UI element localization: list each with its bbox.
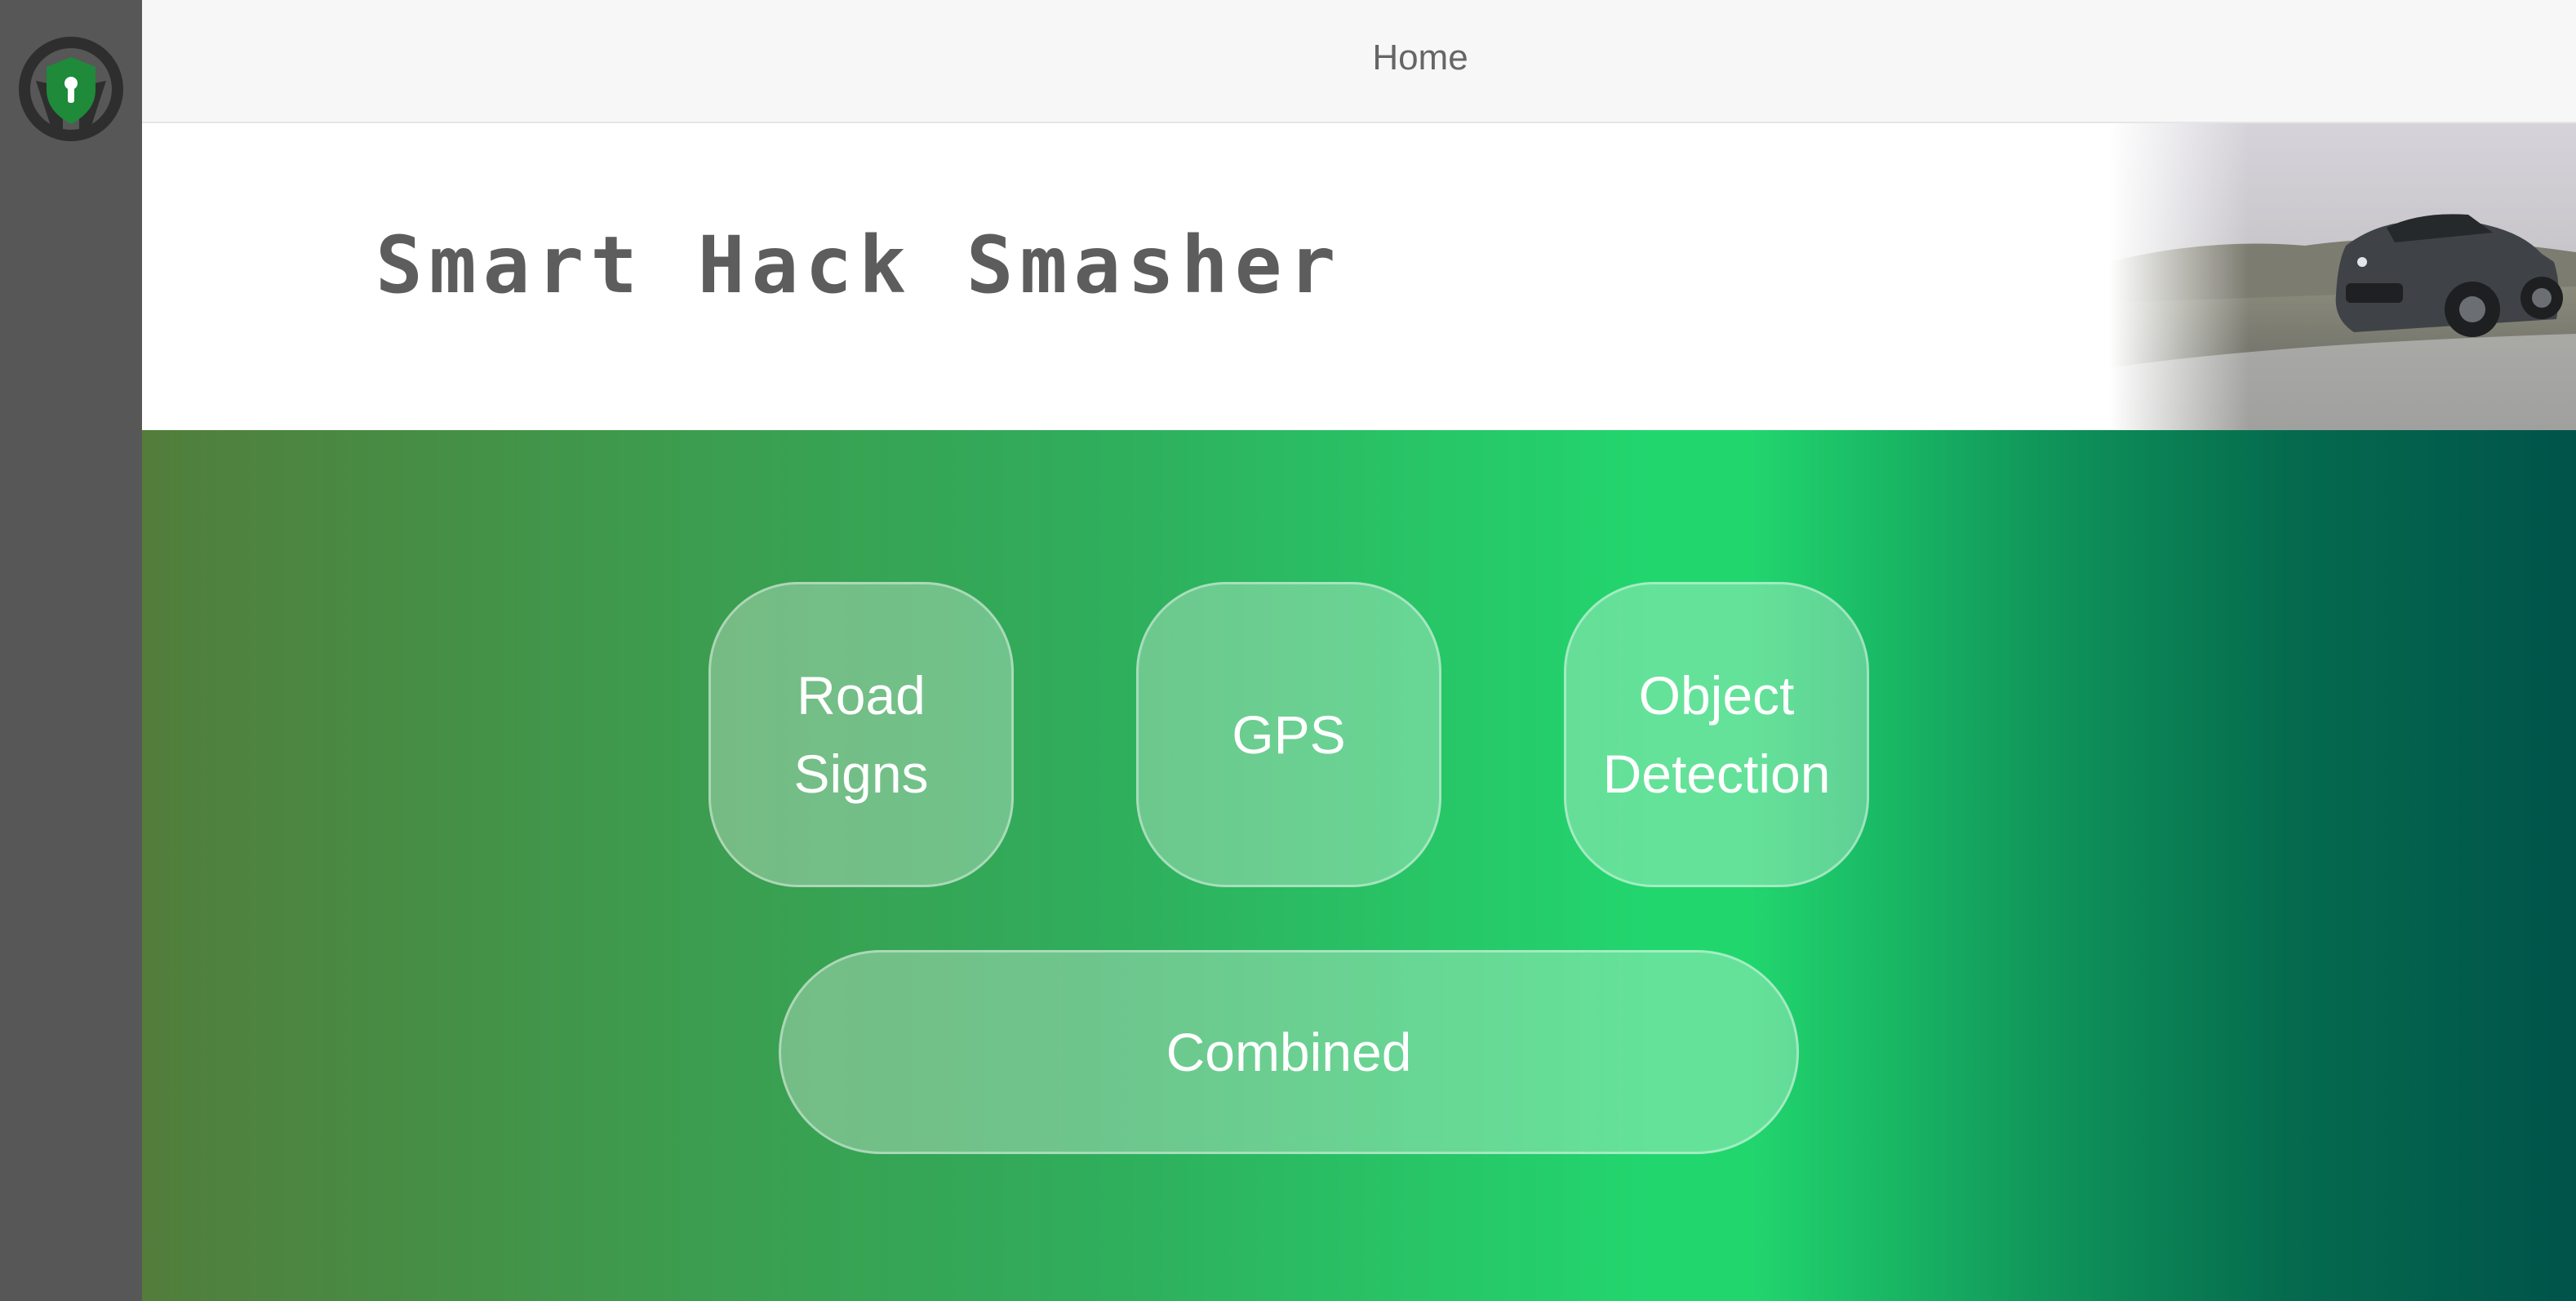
road-signs-button[interactable]: Road Signs [708,582,1014,887]
home-nav-link[interactable]: Home [1228,38,1613,78]
gps-label: GPS [1232,704,1346,765]
road-signs-label: Road Signs [793,665,929,804]
object-detection-button[interactable]: Object Detection [1564,582,1869,887]
gps-button[interactable]: GPS [1136,582,1441,887]
page-title: Smart Hack Smasher [375,220,1343,311]
main-content: Road Signs GPS Object Detection Combined [142,430,2576,1301]
steering-wheel-lock-icon[interactable] [18,36,124,142]
object-detection-label: Object Detection [1602,665,1831,804]
page-header: Smart Hack Smasher [142,123,2576,430]
sidebar [0,0,142,1301]
car-hero-image [2109,123,2576,430]
top-navbar: Home [142,0,2576,123]
combined-button[interactable]: Combined [779,950,1799,1154]
combined-label: Combined [1166,1022,1412,1082]
